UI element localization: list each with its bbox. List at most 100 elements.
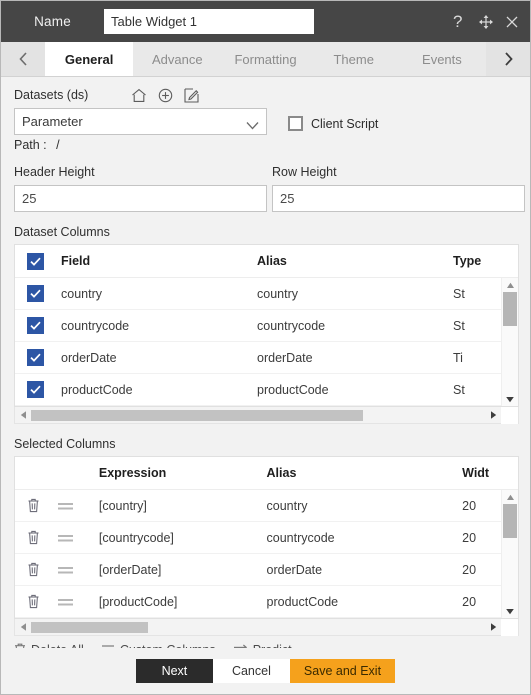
tab-theme[interactable]: Theme: [309, 42, 398, 76]
predict-label: Predict: [253, 643, 292, 648]
dataset-columns-horizontal-scrollbar[interactable]: [14, 406, 519, 424]
drag-handle-icon[interactable]: [57, 533, 74, 543]
row-height-input[interactable]: [272, 185, 525, 212]
trash-icon[interactable]: [27, 530, 40, 545]
selected-alias: countrycode: [266, 530, 335, 545]
trash-icon[interactable]: [27, 562, 40, 577]
drag-handle-icon[interactable]: [57, 597, 74, 607]
table-row[interactable]: [countrycode] countrycode 20: [15, 522, 518, 554]
selected-expression: [countrycode]: [98, 530, 174, 545]
tab-events[interactable]: Events: [397, 42, 487, 76]
table-row[interactable]: productCode productCode St: [15, 374, 518, 406]
drag-handle-icon[interactable]: [57, 565, 74, 575]
edit-square-icon[interactable]: [184, 87, 199, 103]
vertical-scroll-track[interactable]: [502, 292, 518, 392]
widget-name-input[interactable]: [104, 9, 314, 34]
row-checkbox[interactable]: [27, 381, 44, 398]
tab-formatting[interactable]: Formatting: [221, 42, 310, 76]
table-row[interactable]: [productCode] productCode 20: [15, 586, 518, 618]
header-height-input[interactable]: [14, 185, 267, 212]
table-row[interactable]: countrycode countrycode St: [15, 310, 518, 342]
plus-circle-icon[interactable]: [158, 88, 173, 103]
horizontal-scroll-track[interactable]: [31, 409, 485, 421]
selected-columns-header-row: Expression Alias Widt: [15, 457, 518, 490]
path-label: Path :: [14, 138, 47, 152]
tab-advance[interactable]: Advance: [133, 42, 222, 76]
dataset-field: country: [61, 286, 102, 301]
trash-icon[interactable]: [27, 594, 40, 609]
move-arrows-icon[interactable]: [477, 12, 494, 32]
vertical-scroll-track[interactable]: [502, 504, 518, 604]
next-button[interactable]: Next: [135, 659, 213, 683]
path-row: Path : /: [14, 138, 517, 152]
scroll-up-icon[interactable]: [506, 490, 515, 504]
custom-columns-label: Custom Columns: [120, 643, 216, 648]
row-checkbox[interactable]: [27, 285, 44, 302]
home-icon[interactable]: [131, 88, 147, 103]
selected-alias: productCode: [266, 594, 339, 609]
delete-cell: [15, 530, 57, 545]
vertical-scroll-thumb[interactable]: [503, 292, 517, 326]
vertical-scroll-thumb[interactable]: [503, 504, 517, 538]
selected-columns-vertical-scrollbar[interactable]: [501, 490, 518, 618]
selected-alias: country: [266, 498, 308, 513]
dataset-columns-grid: Field Alias Type country country St coun…: [14, 244, 519, 407]
header-height-group: Header Height: [14, 163, 267, 212]
horizontal-scroll-thumb[interactable]: [31, 409, 363, 421]
table-row[interactable]: [orderDate] orderDate 20: [15, 554, 518, 586]
table-row[interactable]: [country] country 20: [15, 490, 518, 522]
path-value: /: [56, 138, 60, 152]
tab-general[interactable]: General: [45, 42, 134, 76]
widget-properties-dialog: Name ?: [0, 0, 531, 695]
row-height-label: Row Height: [272, 165, 337, 179]
predict-button[interactable]: Predict: [233, 643, 292, 648]
tabs-scroll-right-button[interactable]: [486, 42, 530, 76]
scroll-down-icon[interactable]: [505, 392, 515, 406]
row-checkbox-cell: [15, 285, 61, 302]
scroll-left-icon[interactable]: [15, 622, 31, 632]
tabs-scroll-left-button[interactable]: [1, 42, 45, 76]
dataset-select[interactable]: Parameter: [14, 108, 267, 135]
name-label: Name: [34, 14, 71, 29]
save-and-exit-button[interactable]: Save and Exit: [289, 659, 396, 683]
table-row[interactable]: orderDate orderDate Ti: [15, 342, 518, 374]
dataset-alias: productCode: [257, 382, 329, 397]
scroll-right-icon[interactable]: [485, 410, 501, 420]
dataset-select-wrapper: Parameter: [14, 108, 267, 135]
close-icon[interactable]: [503, 12, 520, 32]
drag-cell: [57, 501, 99, 511]
delete-cell: [15, 562, 57, 577]
dataset-selection-row: Parameter Client Script: [14, 108, 517, 135]
select-all-checkbox[interactable]: [27, 252, 44, 270]
selected-expression: [productCode]: [98, 594, 178, 609]
custom-columns-button[interactable]: Custom Columns: [101, 643, 216, 648]
datasets-icon-group: [131, 87, 199, 103]
horizontal-scroll-track[interactable]: [31, 621, 485, 633]
client-script-box: [288, 116, 303, 131]
selected-col-header-expression: Expression: [98, 466, 167, 480]
dialog-footer: Next Cancel Save and Exit: [1, 648, 530, 694]
cancel-button[interactable]: Cancel: [212, 659, 290, 683]
selected-columns-horizontal-scrollbar[interactable]: [14, 618, 519, 636]
drag-cell: [57, 533, 99, 543]
client-script-checkbox[interactable]: Client Script: [288, 112, 378, 135]
help-icon[interactable]: ?: [451, 12, 468, 32]
scroll-down-icon[interactable]: [505, 604, 515, 618]
table-row[interactable]: country country St: [15, 278, 518, 310]
scroll-up-icon[interactable]: [506, 278, 515, 292]
scroll-left-icon[interactable]: [15, 410, 31, 420]
row-checkbox[interactable]: [27, 349, 44, 366]
dataset-col-header-field: Field: [61, 254, 91, 268]
dataset-alias: country: [257, 286, 298, 301]
horizontal-scroll-thumb[interactable]: [31, 621, 148, 633]
row-checkbox[interactable]: [27, 317, 44, 334]
trash-icon[interactable]: [27, 498, 40, 513]
dataset-columns-header-row: Field Alias Type: [15, 245, 518, 278]
drag-handle-icon[interactable]: [57, 501, 74, 511]
tab-bar: General Advance Formatting Theme Events: [1, 42, 530, 77]
delete-all-button[interactable]: Delete All: [14, 643, 84, 648]
drag-cell: [57, 597, 99, 607]
scroll-right-icon[interactable]: [485, 622, 501, 632]
tab-list: General Advance Formatting Theme Events: [45, 42, 487, 76]
dataset-columns-vertical-scrollbar[interactable]: [501, 278, 518, 406]
